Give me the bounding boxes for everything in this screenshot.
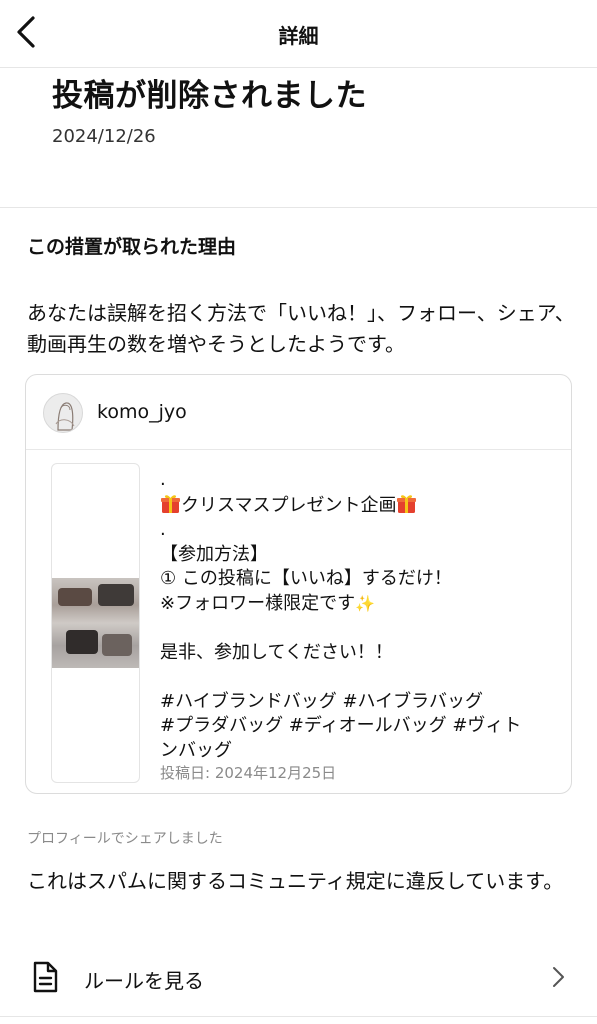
reason-heading: この措置が取られた理由	[27, 236, 237, 258]
caption-line: クリスマスプレゼント企画	[160, 493, 560, 519]
post-thumbnail[interactable]	[51, 463, 140, 783]
view-rules-label: ルールを見る	[84, 969, 204, 993]
shared-note: プロフィールでシェアしました	[27, 831, 223, 847]
removal-title: 投稿が削除されました	[52, 78, 367, 114]
chevron-right-icon	[553, 967, 564, 987]
post-image	[52, 578, 139, 668]
sparkles-icon: ✨	[355, 593, 376, 613]
top-bar: 詳細	[0, 0, 597, 68]
caption-text: ※フォロワー様限定です	[160, 592, 356, 614]
caption-line: 是非、参加してください！！	[160, 641, 393, 663]
caption-line: .	[160, 469, 166, 490]
gift-icon	[161, 494, 180, 513]
section-divider	[0, 207, 597, 208]
post-card: komo_jyo . クリスマスプレゼント企画 . 【参加方法】 ① この投稿に…	[25, 374, 572, 794]
removal-date: 2024/12/26	[52, 126, 156, 147]
post-header: komo_jyo	[26, 375, 571, 450]
bottom-divider	[0, 1016, 597, 1017]
caption-line: 【参加方法】	[160, 543, 268, 565]
page-title: 詳細	[278, 24, 319, 48]
view-rules-button[interactable]: ルールを見る	[0, 942, 597, 1012]
reason-text: あなたは誤解を招く方法で「いいね！」、フォロー、シェア、動画再生の数を増やそうと…	[27, 301, 575, 356]
caption-line	[160, 665, 560, 690]
caption-line	[160, 616, 560, 641]
caption-line: #プラダバッグ #ディオールバッグ #ヴィト	[160, 715, 522, 736]
caption-line: ① この投稿に【いいね】するだけ！	[160, 568, 452, 589]
violation-text: これはスパムに関するコミュニティ規定に違反しています。	[27, 869, 564, 893]
post-date: 投稿日: 2024年12月25日	[160, 764, 337, 782]
caption-line: ※フォロワー様限定です✨	[160, 592, 560, 617]
gift-icon	[397, 494, 417, 513]
document-icon	[33, 961, 58, 993]
caption-line: ンバッグ	[160, 739, 232, 761]
post-username: komo_jyo	[97, 401, 187, 423]
post-caption: . クリスマスプレゼント企画 . 【参加方法】 ① この投稿に【いいね】するだけ…	[160, 468, 560, 763]
avatar	[43, 393, 83, 433]
caption-line: #ハイブランドバッグ #ハイブラバッグ	[160, 690, 483, 712]
caption-text: クリスマスプレゼント企画	[181, 494, 397, 516]
caption-line: .	[160, 519, 166, 540]
